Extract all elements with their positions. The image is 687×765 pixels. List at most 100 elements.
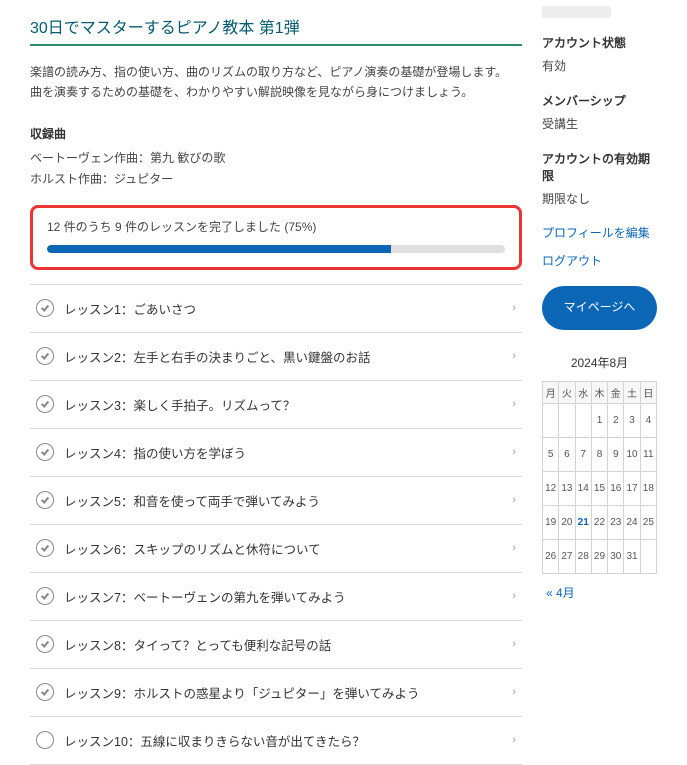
- chevron-right-icon: ›: [512, 542, 516, 554]
- calendar-cell[interactable]: 6: [559, 437, 575, 471]
- lesson-list: レッスン1：ごあいさつ›レッスン2：左手と右手の決まりごと、黒い鍵盤のお話›レッ…: [30, 284, 522, 765]
- course-description: 楽譜の読み方、指の使い方、曲のリズムの取り方など、ピアノ演奏の基礎が登場します。…: [30, 62, 522, 103]
- chevron-right-icon: ›: [512, 302, 516, 314]
- calendar-day-head: 火: [559, 381, 575, 403]
- calendar: 月火水木金土日 12345678910111213141516171819202…: [542, 381, 657, 574]
- lesson-row[interactable]: レッスン2：左手と右手の決まりごと、黒い鍵盤のお話›: [30, 333, 522, 381]
- calendar-cell[interactable]: 30: [608, 539, 624, 573]
- progress-text: 12 件のうち 9 件のレッスンを完了しました (75%): [47, 218, 505, 235]
- calendar-cell[interactable]: 28: [575, 539, 591, 573]
- check-circle-icon: [36, 299, 54, 317]
- calendar-cell[interactable]: 5: [543, 437, 559, 471]
- calendar-cell: [559, 403, 575, 437]
- calendar-cell[interactable]: 8: [591, 437, 607, 471]
- lesson-label: レッスン10：五線に収まりきらない音が出てきたら？: [64, 731, 512, 750]
- calendar-day-head: 木: [591, 381, 607, 403]
- check-circle-icon: [36, 635, 54, 653]
- calendar-cell[interactable]: 17: [624, 471, 640, 505]
- lesson-row[interactable]: レッスン6：スキップのリズムと休符について›: [30, 525, 522, 573]
- edit-profile-link[interactable]: プロフィールを編集: [542, 219, 657, 247]
- calendar-cell[interactable]: 18: [640, 471, 656, 505]
- lesson-row[interactable]: レッスン7：ベートーヴェンの第九を弾いてみよう›: [30, 573, 522, 621]
- calendar-cell: [575, 403, 591, 437]
- tracklist-title: 収録曲: [30, 125, 522, 142]
- check-circle-icon: [36, 347, 54, 365]
- lesson-label: レッスン9：ホルストの惑星より「ジュピター」を弾いてみよう: [64, 683, 512, 702]
- lesson-row[interactable]: レッスン10：五線に収まりきらない音が出てきたら？›: [30, 717, 522, 765]
- lesson-label: レッスン4：指の使い方を学ぼう: [64, 443, 512, 462]
- calendar-cell[interactable]: 15: [591, 471, 607, 505]
- tracklist-item: ベートーヴェン作曲：第九 歓びの歌: [30, 148, 522, 170]
- check-circle-icon: [36, 683, 54, 701]
- chevron-right-icon: ›: [512, 350, 516, 362]
- calendar-cell[interactable]: 7: [575, 437, 591, 471]
- chevron-right-icon: ›: [512, 398, 516, 410]
- lesson-label: レッスン7：ベートーヴェンの第九を弾いてみよう: [64, 587, 512, 606]
- chevron-right-icon: ›: [512, 494, 516, 506]
- progress-fill: [47, 245, 391, 253]
- lesson-label: レッスン6：スキップのリズムと休符について: [64, 539, 512, 558]
- calendar-cell[interactable]: 3: [624, 403, 640, 437]
- calendar-cell[interactable]: 14: [575, 471, 591, 505]
- lesson-row[interactable]: レッスン5：和音を使って両手で弾いてみよう›: [30, 477, 522, 525]
- check-circle-icon: [36, 395, 54, 413]
- mypage-button[interactable]: マイページへ: [542, 286, 657, 330]
- calendar-cell[interactable]: 21: [575, 505, 591, 539]
- lesson-label: レッスン3：楽しく手拍子。リズムって？: [64, 395, 512, 414]
- calendar-cell[interactable]: 10: [624, 437, 640, 471]
- calendar-cell[interactable]: 27: [559, 539, 575, 573]
- calendar-cell[interactable]: 22: [591, 505, 607, 539]
- chevron-right-icon: ›: [512, 638, 516, 650]
- chevron-right-icon: ›: [512, 590, 516, 602]
- lesson-row[interactable]: レッスン1：ごあいさつ›: [30, 285, 522, 333]
- page-title: 30日でマスターするピアノ教本 第1弾: [30, 0, 522, 46]
- calendar-cell[interactable]: 24: [624, 505, 640, 539]
- calendar-cell[interactable]: 23: [608, 505, 624, 539]
- account-status-value: 有効: [542, 55, 657, 80]
- calendar-cell[interactable]: 13: [559, 471, 575, 505]
- calendar-cell[interactable]: 1: [591, 403, 607, 437]
- chevron-right-icon: ›: [512, 686, 516, 698]
- calendar-cell[interactable]: 29: [591, 539, 607, 573]
- calendar-cell[interactable]: 20: [559, 505, 575, 539]
- check-circle-icon: [36, 491, 54, 509]
- membership-value: 受講生: [542, 113, 657, 138]
- tracklist: 収録曲 ベートーヴェン作曲：第九 歓びの歌ホルスト作曲：ジュピター: [30, 125, 522, 191]
- logout-link[interactable]: ログアウト: [542, 247, 657, 275]
- calendar-title: 2024年8月: [542, 354, 657, 371]
- sidebar: アカウント状態 有効 メンバーシップ 受講生 アカウントの有効期限 期限なし プ…: [542, 0, 657, 765]
- calendar-cell[interactable]: 16: [608, 471, 624, 505]
- calendar-day-head: 水: [575, 381, 591, 403]
- lesson-row[interactable]: レッスン9：ホルストの惑星より「ジュピター」を弾いてみよう›: [30, 669, 522, 717]
- calendar-cell: [543, 403, 559, 437]
- calendar-cell[interactable]: 11: [640, 437, 656, 471]
- description-line: 曲を演奏するための基礎を、わかりやすい解説映像を見ながら身につけましょう。: [30, 85, 473, 99]
- check-circle-icon: [36, 443, 54, 461]
- lesson-row[interactable]: レッスン3：楽しく手拍子。リズムって？›: [30, 381, 522, 429]
- lesson-label: レッスン2：左手と右手の決まりごと、黒い鍵盤のお話: [64, 347, 512, 366]
- membership-label: メンバーシップ: [542, 86, 657, 113]
- check-circle-icon: [36, 587, 54, 605]
- calendar-day-head: 日: [640, 381, 656, 403]
- calendar-cell: [640, 539, 656, 573]
- lesson-row[interactable]: レッスン8：タイって？とっても便利な記号の話›: [30, 621, 522, 669]
- calendar-cell[interactable]: 31: [624, 539, 640, 573]
- calendar-cell[interactable]: 4: [640, 403, 656, 437]
- calendar-cell[interactable]: 9: [608, 437, 624, 471]
- calendar-day-head: 土: [624, 381, 640, 403]
- validity-label: アカウントの有効期限: [542, 144, 657, 188]
- calendar-day-head: 金: [608, 381, 624, 403]
- lesson-row[interactable]: レッスン4：指の使い方を学ぼう›: [30, 429, 522, 477]
- chevron-right-icon: ›: [512, 734, 516, 746]
- progress-panel: 12 件のうち 9 件のレッスンを完了しました (75%): [30, 205, 522, 270]
- calendar-cell[interactable]: 12: [543, 471, 559, 505]
- tracklist-item: ホルスト作曲：ジュピター: [30, 169, 522, 191]
- check-circle-icon: [36, 539, 54, 557]
- calendar-prev-link[interactable]: « 4月: [542, 584, 657, 601]
- calendar-cell[interactable]: 19: [543, 505, 559, 539]
- calendar-cell[interactable]: 25: [640, 505, 656, 539]
- calendar-cell[interactable]: 26: [543, 539, 559, 573]
- lesson-label: レッスン8：タイって？とっても便利な記号の話: [64, 635, 512, 654]
- chevron-right-icon: ›: [512, 446, 516, 458]
- calendar-cell[interactable]: 2: [608, 403, 624, 437]
